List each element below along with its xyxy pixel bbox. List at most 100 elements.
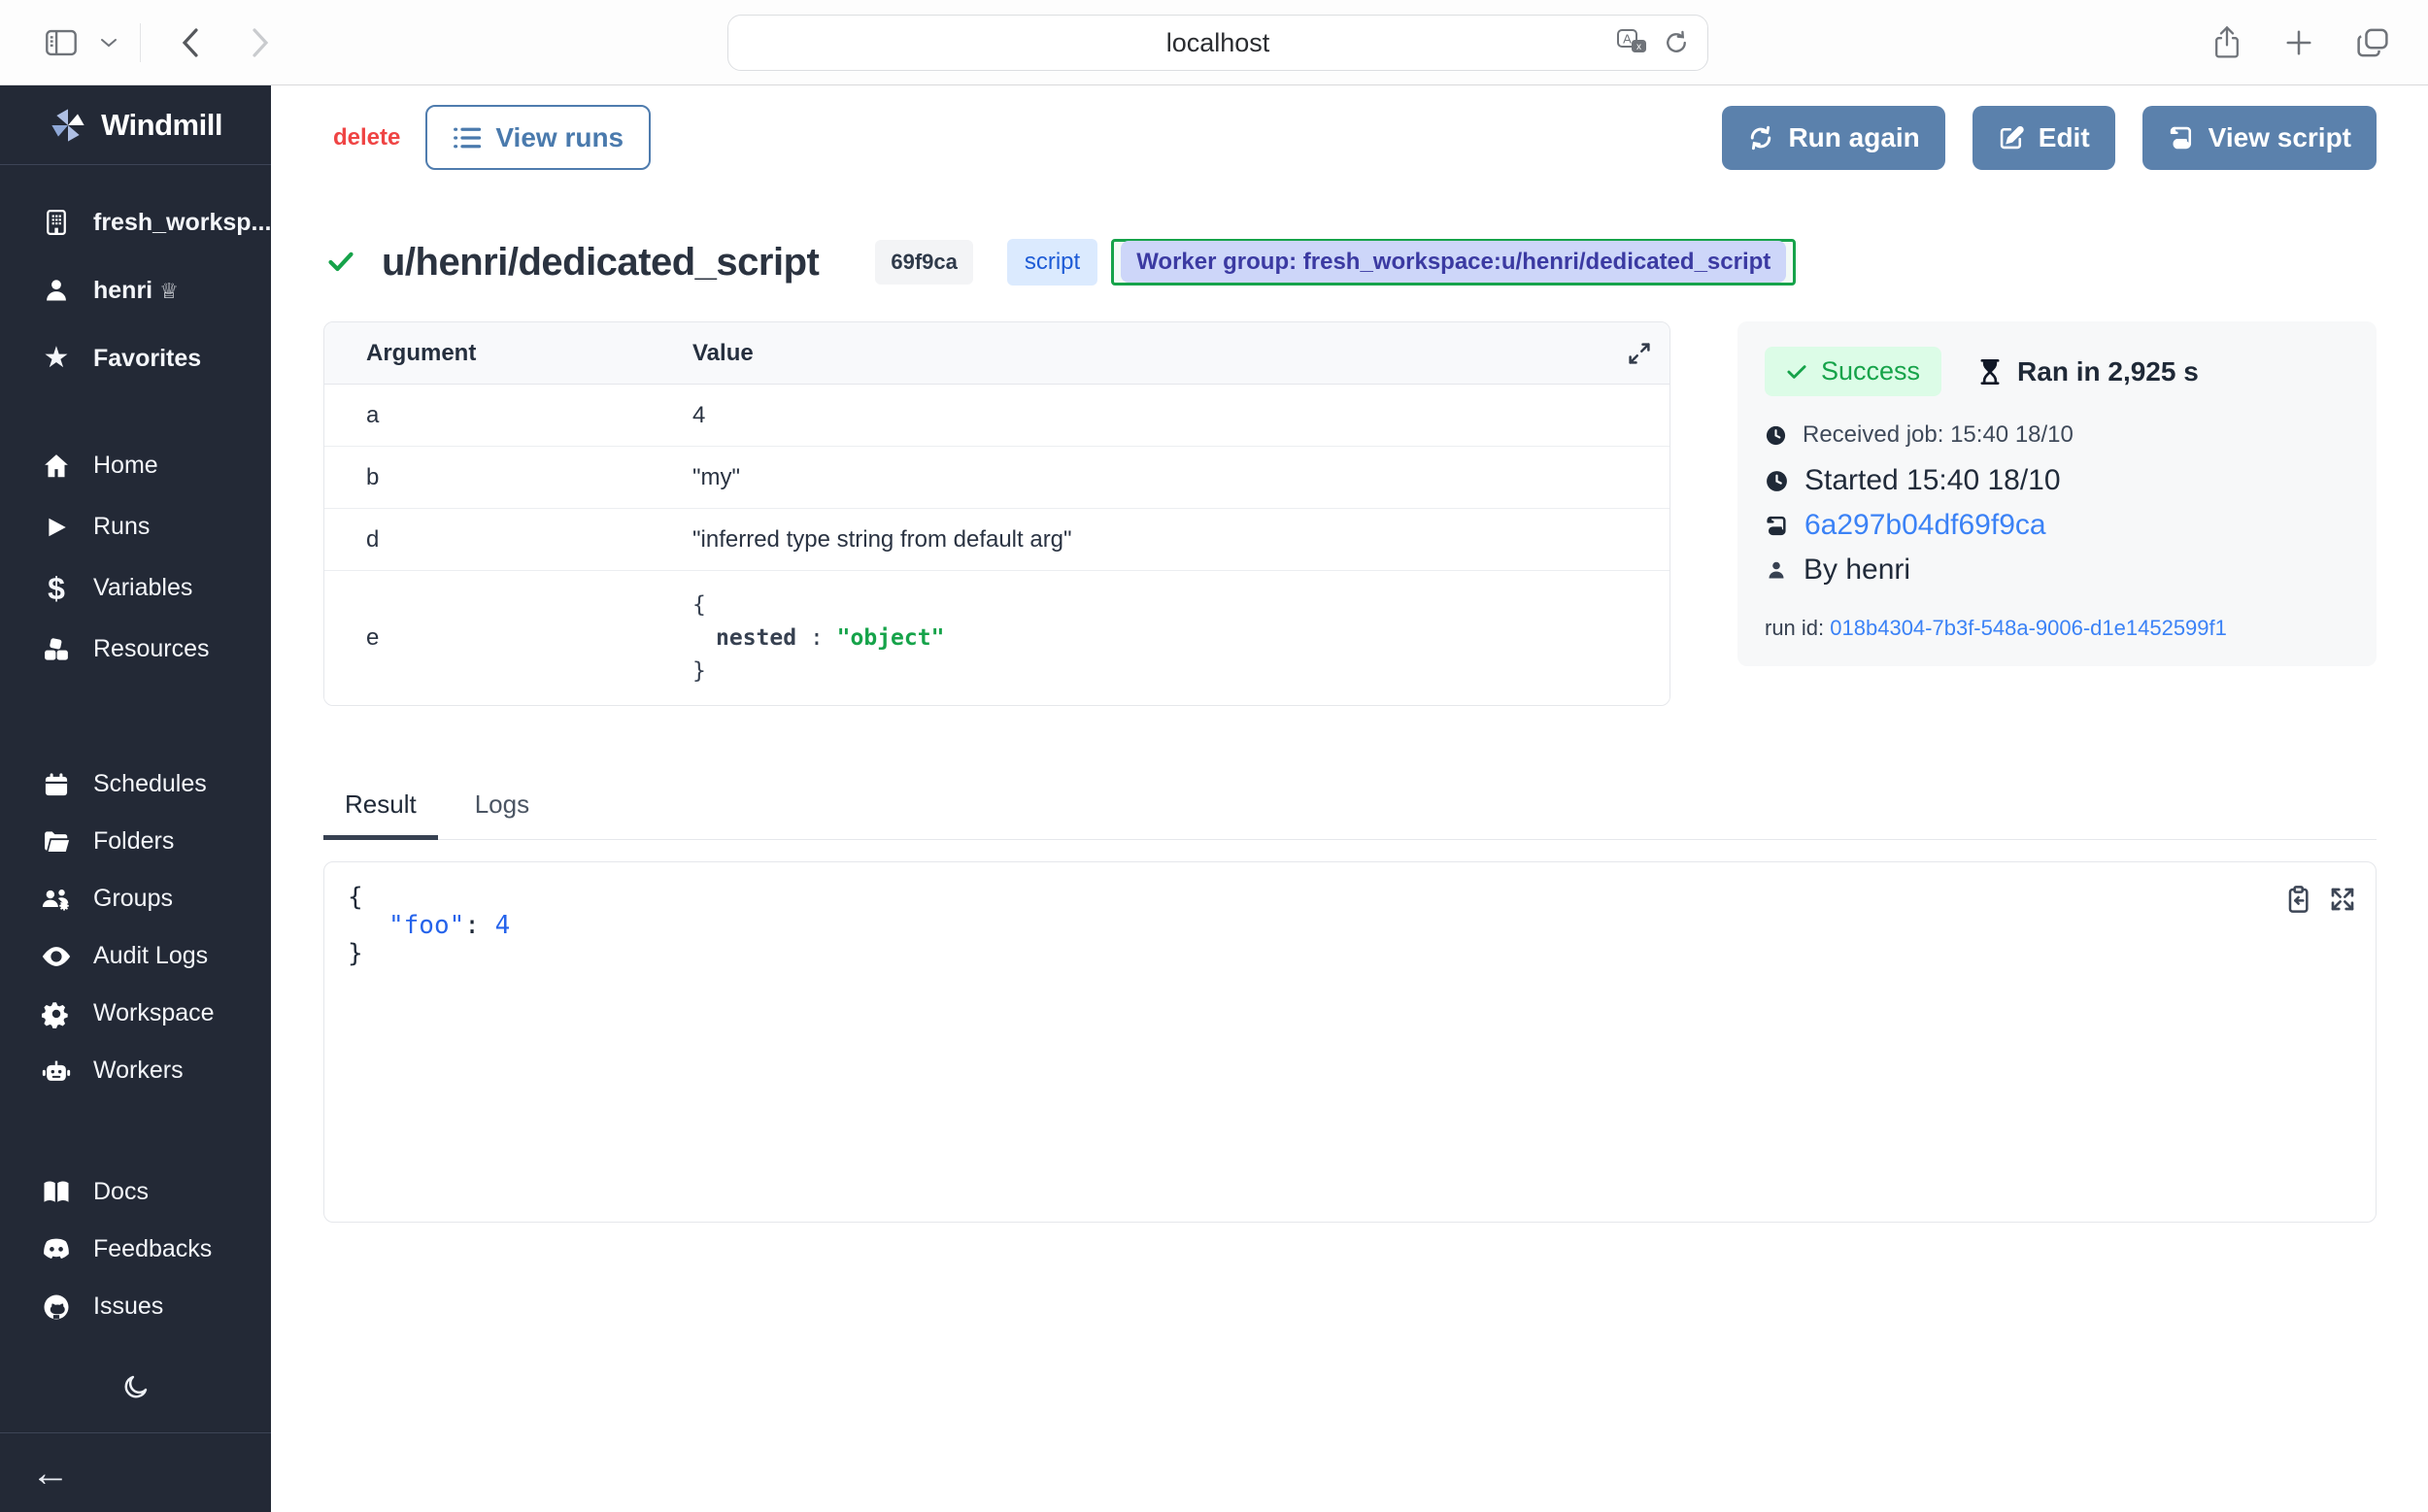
- view-runs-button[interactable]: View runs: [425, 105, 651, 170]
- sidebar-item-folders[interactable]: Folders: [0, 813, 271, 870]
- browser-sidebar-toggle-icon[interactable]: [45, 29, 78, 56]
- sidebar-item-resources[interactable]: Resources: [0, 619, 271, 680]
- tab-overview-icon[interactable]: [2356, 27, 2389, 58]
- sidebar-item-user[interactable]: henri ♕: [0, 256, 271, 324]
- run-id-link[interactable]: 018b4304-7b3f-548a-9006-d1e1452599f1: [1830, 616, 2227, 640]
- browser-chrome: localhost A x: [0, 0, 2428, 85]
- copy-to-clipboard-icon[interactable]: [2282, 884, 2313, 915]
- share-icon[interactable]: [2212, 25, 2242, 60]
- tab-result[interactable]: Result: [323, 790, 438, 840]
- json-brace-open: {: [348, 884, 2352, 912]
- sidebar-item-schedules[interactable]: Schedules: [0, 756, 271, 813]
- arg-name: b: [324, 464, 692, 491]
- nav-label: Workers: [93, 1057, 184, 1085]
- book-icon: [39, 1179, 74, 1206]
- view-script-label: View script: [2209, 122, 2351, 153]
- sidebar-item-workspace-switcher[interactable]: fresh_worksp...: [0, 188, 271, 256]
- received-row: Received job: 15:40 18/10: [1765, 421, 2349, 449]
- new-tab-icon[interactable]: [2284, 28, 2313, 57]
- edit-pencil-icon: [1998, 124, 2025, 151]
- workspace-name: fresh_worksp...: [93, 209, 271, 237]
- job-hash-link[interactable]: 6a297b04df69f9ca: [1804, 509, 2046, 542]
- sidebar-item-groups[interactable]: Groups: [0, 870, 271, 927]
- translate-icon[interactable]: A x: [1616, 28, 1649, 57]
- json-brace-close: }: [348, 940, 2352, 968]
- user-name: henri: [93, 277, 152, 304]
- arg-object-value: { nested : "object" }: [692, 588, 944, 688]
- nav-label: Workspace: [93, 999, 215, 1027]
- script-scroll-icon: [2168, 124, 2195, 151]
- sidebar-item-home[interactable]: Home: [0, 435, 271, 496]
- home-icon: [39, 452, 74, 481]
- nav-label: Home: [93, 452, 158, 480]
- sidebar: Windmill: [0, 85, 271, 1512]
- browser-sidebar-chevron-icon[interactable]: [99, 37, 118, 49]
- address-bar[interactable]: localhost A x: [727, 15, 1708, 71]
- worker-group-badge[interactable]: Worker group: fresh_workspace:u/henri/de…: [1111, 239, 1796, 286]
- check-icon: [1786, 363, 1807, 381]
- star-icon: ★: [39, 344, 74, 373]
- table-row: a 4: [324, 385, 1669, 447]
- json-value: 4: [495, 911, 511, 940]
- browser-forward-icon[interactable]: [250, 26, 271, 59]
- svg-text:x: x: [1636, 42, 1641, 52]
- view-script-button[interactable]: View script: [2142, 106, 2377, 170]
- nav-label: Folders: [93, 827, 174, 856]
- column-value: Value: [692, 340, 754, 367]
- groups-icon: [39, 885, 74, 914]
- arg-name: e: [324, 624, 692, 652]
- arg-value: 4: [692, 402, 705, 429]
- sidebar-item-docs[interactable]: Docs: [0, 1163, 271, 1221]
- delete-button[interactable]: delete: [333, 124, 400, 151]
- table-expand-icon[interactable]: [1625, 339, 1654, 368]
- user-icon: [39, 277, 74, 304]
- object-brace-open: {: [692, 588, 944, 622]
- chrome-divider: [140, 23, 141, 62]
- run-again-label: Run again: [1788, 122, 1919, 153]
- dark-mode-toggle[interactable]: [0, 1362, 271, 1411]
- duration-label: Ran in 2,925 s: [2017, 356, 2199, 387]
- sidebar-item-variables[interactable]: $ Variables: [0, 557, 271, 619]
- nav-label: Docs: [93, 1178, 149, 1206]
- job-title-row: u/henri/dedicated_script 69f9ca script W…: [323, 228, 2377, 296]
- building-icon: [39, 208, 74, 237]
- nav-label: Resources: [93, 635, 210, 663]
- github-icon: [39, 1293, 74, 1322]
- windmill-logo[interactable]: Windmill: [0, 85, 271, 165]
- script-type-badge[interactable]: script: [1007, 239, 1097, 286]
- hash-badge[interactable]: 69f9ca: [875, 240, 973, 285]
- sidebar-item-issues[interactable]: Issues: [0, 1278, 271, 1335]
- nav-label: Groups: [93, 885, 173, 913]
- status-badge-label: Success: [1821, 356, 1920, 386]
- table-row: b "my": [324, 447, 1669, 509]
- calendar-icon: [39, 771, 74, 798]
- sidebar-item-runs[interactable]: Runs: [0, 496, 271, 557]
- sidebar-item-favorites[interactable]: ★ Favorites: [0, 324, 271, 392]
- edit-label: Edit: [2039, 122, 2090, 153]
- job-status-panel: Success Ran in 2,925 s: [1737, 321, 2377, 666]
- sidebar-item-audit-logs[interactable]: Audit Logs: [0, 927, 271, 985]
- windmill-pinwheel-icon: [49, 106, 87, 145]
- sidebar-item-workspace-settings[interactable]: Workspace: [0, 985, 271, 1042]
- sidebar-item-workers[interactable]: Workers: [0, 1042, 271, 1099]
- run-again-button[interactable]: Run again: [1722, 106, 1944, 170]
- address-bar-url: localhost: [1166, 28, 1270, 58]
- collapse-arrow-icon: ←: [31, 1454, 70, 1493]
- json-key: "foo": [388, 911, 464, 940]
- run-id-row: run id: 018b4304-7b3f-548a-9006-d1e14525…: [1765, 616, 2349, 641]
- json-colon: :: [464, 911, 480, 940]
- started-label: Started 15:40 18/10: [1804, 464, 2061, 497]
- tab-logs[interactable]: Logs: [454, 790, 551, 839]
- svg-text:A: A: [1623, 32, 1632, 47]
- sidebar-item-feedbacks[interactable]: Feedbacks: [0, 1221, 271, 1278]
- script-scroll-icon: [1765, 514, 1789, 538]
- job-hash-row: 6a297b04df69f9ca: [1765, 509, 2349, 542]
- expand-icon[interactable]: [2327, 884, 2358, 915]
- author-label: By henri: [1804, 554, 1910, 587]
- edit-button[interactable]: Edit: [1973, 106, 2115, 170]
- discord-icon: [39, 1237, 74, 1262]
- job-toolbar: delete View runs: [323, 105, 2377, 170]
- browser-back-icon[interactable]: [180, 26, 201, 59]
- sidebar-collapse[interactable]: ←: [0, 1432, 271, 1512]
- reload-icon[interactable]: [1663, 29, 1690, 56]
